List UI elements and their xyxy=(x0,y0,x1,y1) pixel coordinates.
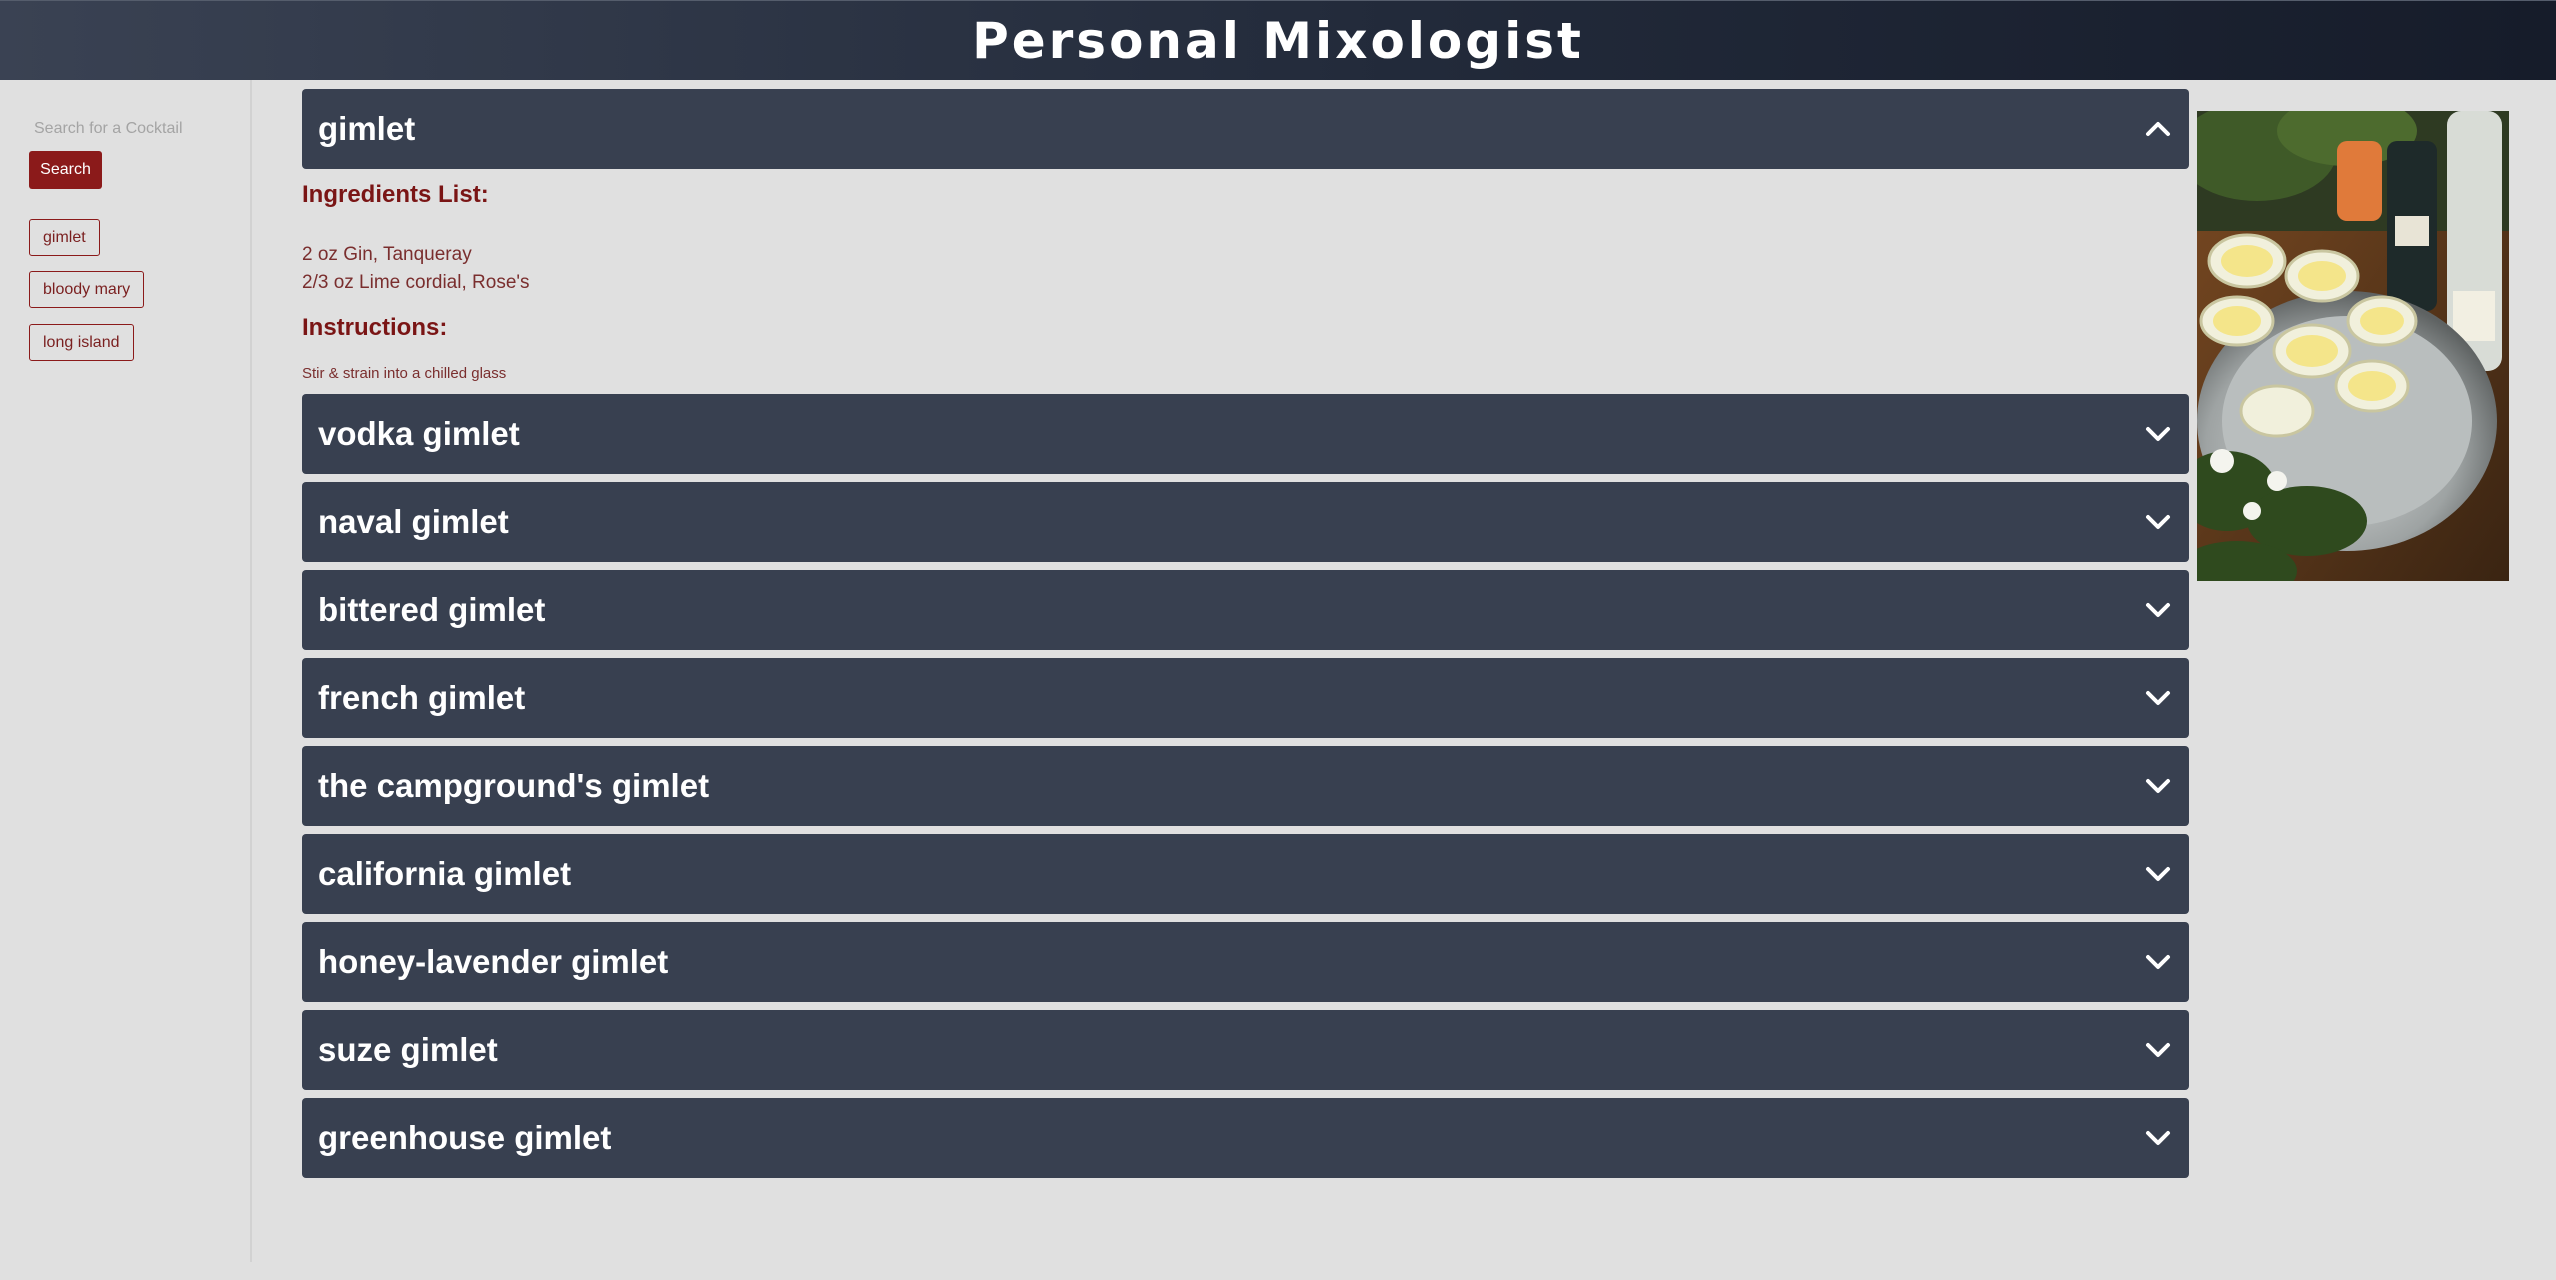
accordion-title: california gimlet xyxy=(318,855,572,892)
chevron-down-icon xyxy=(2146,867,2170,881)
app-header: Personal Mixologist xyxy=(0,0,2556,80)
accordion-header-california-gimlet[interactable]: california gimlet xyxy=(302,834,2189,914)
ingredients-list: 2 oz Gin, Tanqueray 2/3 oz Lime cordial,… xyxy=(302,241,530,297)
accordion-header-gimlet[interactable]: gimlet xyxy=(302,89,2189,169)
accordion-title: vodka gimlet xyxy=(318,415,520,452)
accordion-header-naval-gimlet[interactable]: naval gimlet xyxy=(302,482,2189,562)
instructions-text: Stir & strain into a chilled glass xyxy=(302,365,507,382)
accordion-header-honey-lavender-gimlet[interactable]: honey-lavender gimlet xyxy=(302,922,2189,1002)
chevron-up-icon xyxy=(2146,122,2170,136)
accordion-header-greenhouse-gimlet[interactable]: greenhouse gimlet xyxy=(302,1098,2189,1178)
accordion-header-suze-gimlet[interactable]: suze gimlet xyxy=(302,1010,2189,1090)
accordion-title: gimlet xyxy=(318,110,416,147)
accordion-title: suze gimlet xyxy=(318,1031,498,1068)
app-title: Personal Mixologist xyxy=(972,11,1584,70)
search-button[interactable]: Search xyxy=(29,151,102,189)
chevron-down-icon xyxy=(2146,603,2170,617)
accordion-header-bittered-gimlet[interactable]: bittered gimlet xyxy=(302,570,2189,650)
accordion-header-vodka-gimlet[interactable]: vodka gimlet xyxy=(302,394,2189,474)
accordion-header-the-campgrounds-gimlet[interactable]: the campground's gimlet xyxy=(302,746,2189,826)
accordion-header-french-gimlet[interactable]: french gimlet xyxy=(302,658,2189,738)
accordion-title: bittered gimlet xyxy=(318,591,546,628)
history-button-long-island[interactable]: long island xyxy=(29,324,134,361)
chevron-down-icon xyxy=(2146,1131,2170,1145)
history-button-gimlet[interactable]: gimlet xyxy=(29,219,100,256)
chevron-down-icon xyxy=(2146,515,2170,529)
chevron-down-icon xyxy=(2146,691,2170,705)
accordion-title: naval gimlet xyxy=(318,503,509,540)
instructions-heading: Instructions: xyxy=(302,314,448,341)
chevron-down-icon xyxy=(2146,955,2170,969)
accordion-title: the campground's gimlet xyxy=(318,767,710,804)
accordion-title: honey-lavender gimlet xyxy=(318,943,669,980)
sidebar xyxy=(0,80,252,1262)
history-button-bloody-mary[interactable]: bloody mary xyxy=(29,271,145,308)
accordion-body-gimlet: Ingredients List: 2 oz Gin, Tanqueray 2/… xyxy=(302,169,2189,394)
accordion-title: greenhouse gimlet xyxy=(318,1119,612,1156)
ingredient-item: 2/3 oz Lime cordial, Rose's xyxy=(302,272,530,293)
chevron-down-icon xyxy=(2146,1043,2170,1057)
search-input[interactable] xyxy=(29,114,229,144)
cocktail-accordion: gimlet Ingredients List: 2 oz Gin, Tanqu… xyxy=(302,89,2189,1186)
chevron-down-icon xyxy=(2146,427,2170,441)
cocktail-photo xyxy=(2197,111,2509,581)
accordion-title: french gimlet xyxy=(318,679,526,716)
ingredients-heading: Ingredients List: xyxy=(302,181,489,208)
ingredient-item: 2 oz Gin, Tanqueray xyxy=(302,244,472,265)
cocktail-photo-illustration xyxy=(2197,111,2509,581)
chevron-down-icon xyxy=(2146,779,2170,793)
